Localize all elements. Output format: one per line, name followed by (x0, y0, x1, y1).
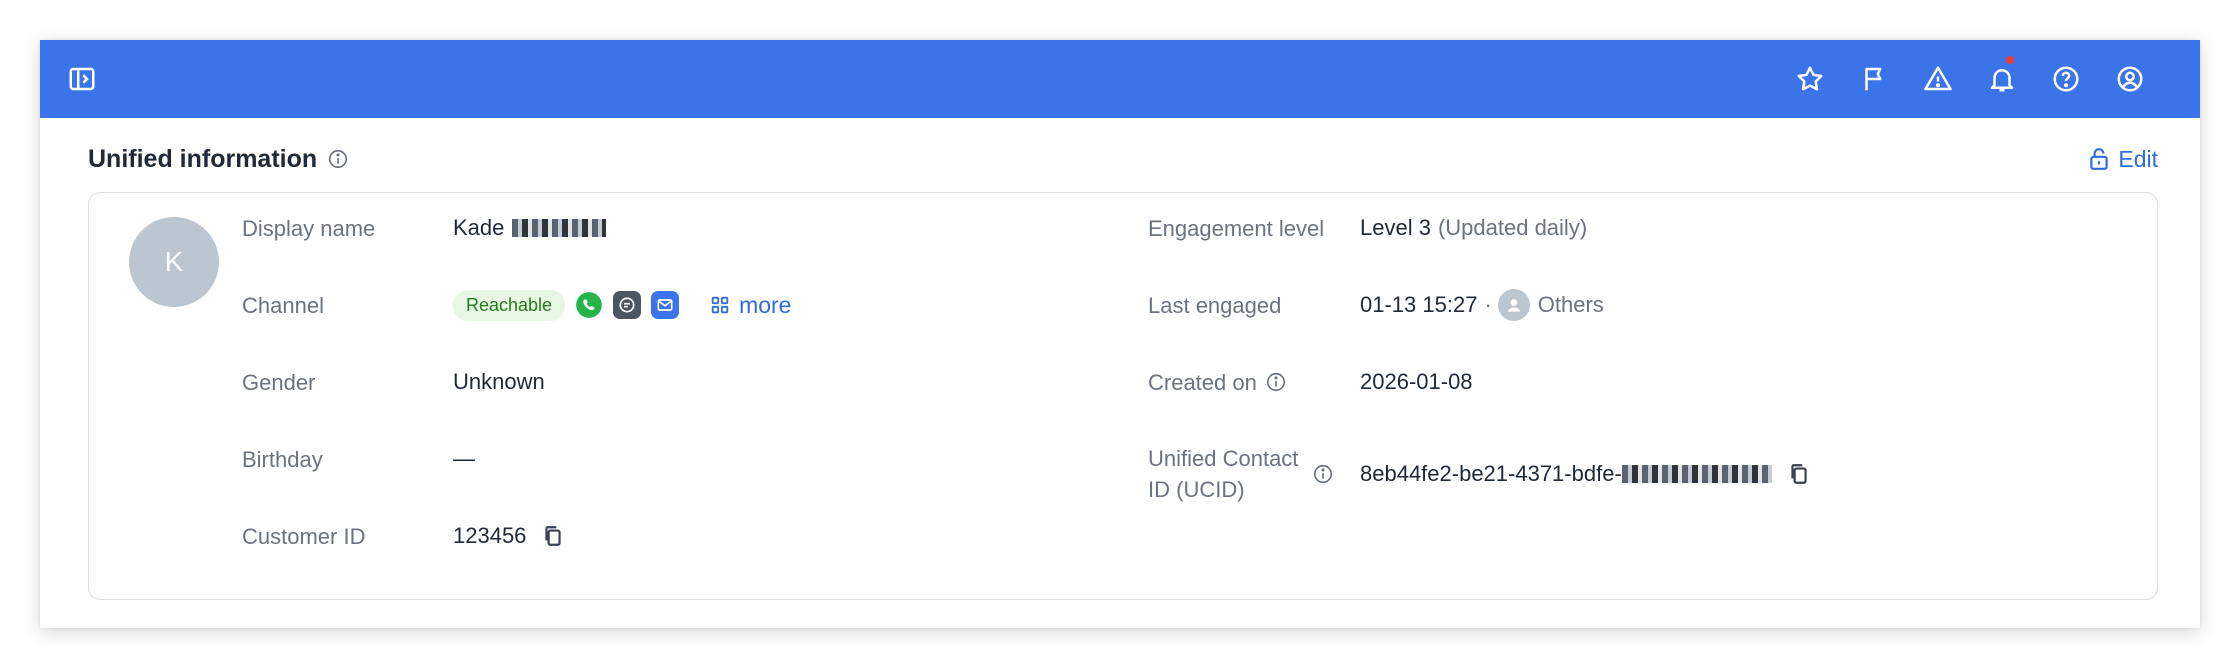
created-on-row: Created on (1148, 352, 1287, 412)
last-engaged-time: 01-13 15:27 (1360, 292, 1478, 317)
created-on-label: Created on (1148, 369, 1257, 395)
display-name-label: Display name (242, 215, 376, 241)
birthday-row: Birthday (242, 429, 323, 489)
section-title: Unified information (88, 144, 318, 173)
last-engaged-value-row: 01-13 15:27 · Others (1360, 275, 1604, 335)
copy-icon[interactable] (542, 524, 564, 548)
redacted-surname (512, 219, 607, 237)
lock-icon (2090, 148, 2109, 170)
customer-id-label: Customer ID (242, 523, 366, 549)
ucid-label-line2: ID (UCID) (1148, 477, 1245, 502)
redacted-ucid-suffix (1621, 465, 1772, 483)
star-icon[interactable] (1778, 40, 1842, 118)
birthday-value-row: — (453, 429, 475, 489)
ucid-row: Unified Contact ID (UCID) (1148, 442, 1334, 506)
help-icon[interactable] (2034, 40, 2098, 118)
more-channels-button[interactable]: more (709, 292, 791, 319)
section-header: Unified information Edit (40, 118, 2200, 200)
sidebar-toggle-icon[interactable] (62, 40, 102, 118)
separator-dot: · (1484, 292, 1492, 317)
customer-id-value: 123456 (453, 523, 527, 548)
created-on-value: 2026-01-08 (1360, 369, 1473, 394)
ucid-value-row: 8eb44fe2-be21-4371-bdfe- (1360, 444, 1810, 504)
gender-value-row: Unknown (453, 352, 545, 412)
engagement-level-value-row: Level 3 (Updated daily) (1360, 198, 1587, 258)
channel-label: Channel (242, 292, 324, 318)
display-name-value-row: Kade (453, 198, 607, 258)
flag-icon[interactable] (1842, 40, 1906, 118)
display-name-value: Kade (453, 215, 505, 240)
email-icon[interactable] (651, 291, 680, 319)
engagement-level-value: Level 3 (1360, 215, 1431, 240)
notification-dot (2006, 56, 2014, 64)
user-circle-icon[interactable] (2098, 40, 2162, 118)
warning-icon[interactable] (1906, 40, 1970, 118)
top-navigation-bar (40, 40, 2200, 118)
engagement-level-row: Engagement level (1148, 198, 1324, 258)
edit-label: Edit (2118, 145, 2158, 172)
last-engaged-label: Last engaged (1148, 292, 1282, 318)
bell-icon[interactable] (1970, 40, 2034, 118)
birthday-label: Birthday (242, 446, 323, 472)
app-window: Unified information Edit K Display name … (40, 40, 2200, 628)
display-name-row: Display name (242, 198, 375, 258)
last-engaged-by: Others (1537, 292, 1604, 317)
channel-value-row: Reachable more (453, 275, 791, 335)
ucid-value: 8eb44fe2-be21-4371-bdfe- (1360, 461, 1622, 486)
person-icon (1497, 289, 1530, 321)
profile-card: K Display name Kade Channel Reachable mo… (88, 192, 2158, 600)
info-icon[interactable] (1265, 371, 1287, 393)
whatsapp-icon[interactable] (575, 291, 603, 319)
avatar: K (129, 217, 219, 307)
edit-button[interactable]: Edit (2088, 146, 2158, 173)
engagement-level-label: Engagement level (1148, 215, 1325, 241)
customer-id-value-row: 123456 (453, 506, 564, 566)
customer-id-row: Customer ID (242, 506, 365, 566)
chat-icon[interactable] (613, 291, 642, 319)
info-icon[interactable] (1312, 463, 1334, 485)
more-label: more (739, 291, 792, 318)
channel-row: Channel (242, 275, 324, 335)
reachable-badge: Reachable (453, 289, 566, 321)
engagement-level-note: (Updated daily) (1437, 215, 1588, 240)
info-icon[interactable] (327, 148, 349, 170)
created-on-value-row: 2026-01-08 (1360, 352, 1473, 412)
ucid-label-line1: Unified Contact (1148, 446, 1299, 471)
last-engaged-row: Last engaged (1148, 275, 1281, 335)
gender-value: Unknown (453, 369, 545, 394)
birthday-value: — (453, 446, 475, 471)
gender-label: Gender (242, 369, 316, 395)
apps-grid-icon (711, 296, 729, 314)
copy-icon[interactable] (1788, 462, 1810, 486)
gender-row: Gender (242, 352, 315, 412)
